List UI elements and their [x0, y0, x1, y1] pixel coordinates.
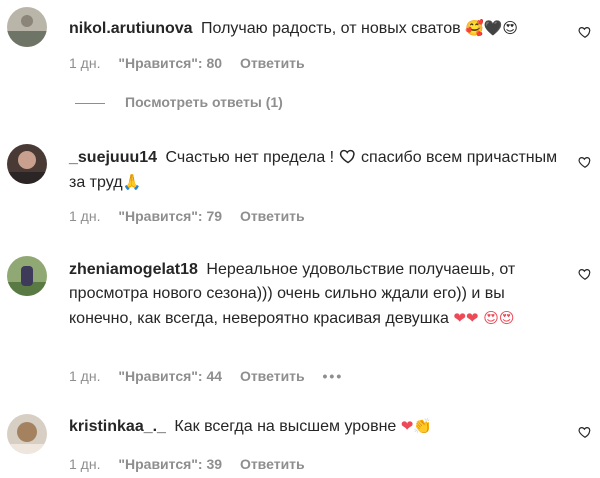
comment-text: kristinkaa_._ Как всегда на высшем уровн…: [69, 414, 564, 439]
comment-likes[interactable]: "Нравится": 80: [118, 55, 222, 71]
comment-likes[interactable]: "Нравится": 79: [118, 208, 222, 224]
comment-body: Счастью нет предела !: [165, 149, 335, 166]
avatar[interactable]: [7, 414, 47, 454]
comment-username[interactable]: kristinkaa_._: [69, 418, 166, 435]
reply-button[interactable]: Ответить: [240, 55, 305, 71]
comment-text: nikol.arutiunova Получаю радость, от нов…: [69, 16, 564, 41]
comment-emoji: 🙏: [122, 173, 142, 191]
reply-button[interactable]: Ответить: [240, 456, 305, 472]
comment-text: zheniamogelat18 Нереальное удовольствие …: [69, 258, 564, 331]
comment-time[interactable]: 1 дн.: [69, 55, 100, 71]
reply-button[interactable]: Ответить: [240, 208, 305, 224]
comment-body: Как всегда на высшем уровне: [174, 418, 397, 435]
comment-time[interactable]: 1 дн.: [69, 456, 100, 472]
reply-button[interactable]: Ответить: [240, 368, 305, 384]
like-heart-icon[interactable]: [578, 155, 592, 169]
comment-meta: 1 дн. "Нравится": 39 Ответить: [69, 456, 319, 472]
like-heart-icon[interactable]: [578, 267, 592, 281]
more-options-icon[interactable]: •••: [323, 368, 344, 384]
comment-meta: 1 дн. "Нравится": 80 Ответить: [69, 55, 319, 71]
comment-time[interactable]: 1 дн.: [69, 208, 100, 224]
avatar[interactable]: [7, 256, 47, 296]
comment-body: Получаю радость, от новых сватов: [201, 20, 461, 37]
comment-emoji: ❤👏: [400, 417, 432, 435]
like-heart-icon[interactable]: [578, 425, 592, 439]
avatar[interactable]: [7, 144, 47, 184]
like-heart-icon[interactable]: [578, 25, 592, 39]
comment-username[interactable]: _suejuuu14: [69, 149, 157, 166]
view-replies-label: Посмотреть ответы (1): [125, 94, 283, 110]
comment-emoji: 🥰🖤😍: [465, 19, 519, 37]
replies-divider: [75, 102, 105, 104]
comment-time[interactable]: 1 дн.: [69, 368, 100, 384]
comment-likes[interactable]: "Нравится": 44: [118, 368, 222, 384]
comment-meta: 1 дн. "Нравится": 79 Ответить: [69, 208, 319, 224]
comment-text: _suejuuu14 Счастью нет предела ! спасибо…: [69, 146, 564, 195]
comment-username[interactable]: nikol.arutiunova: [69, 20, 193, 37]
comment-meta: 1 дн. "Нравится": 44 Ответить •••: [69, 368, 357, 384]
view-replies-button[interactable]: Посмотреть ответы (1): [75, 94, 283, 110]
avatar[interactable]: [7, 7, 47, 47]
comment-likes[interactable]: "Нравится": 39: [118, 456, 222, 472]
heart-outline-icon: [339, 149, 355, 164]
comment-username[interactable]: zheniamogelat18: [69, 261, 198, 278]
comment-emoji: ❤❤ 😍😍: [453, 309, 515, 327]
